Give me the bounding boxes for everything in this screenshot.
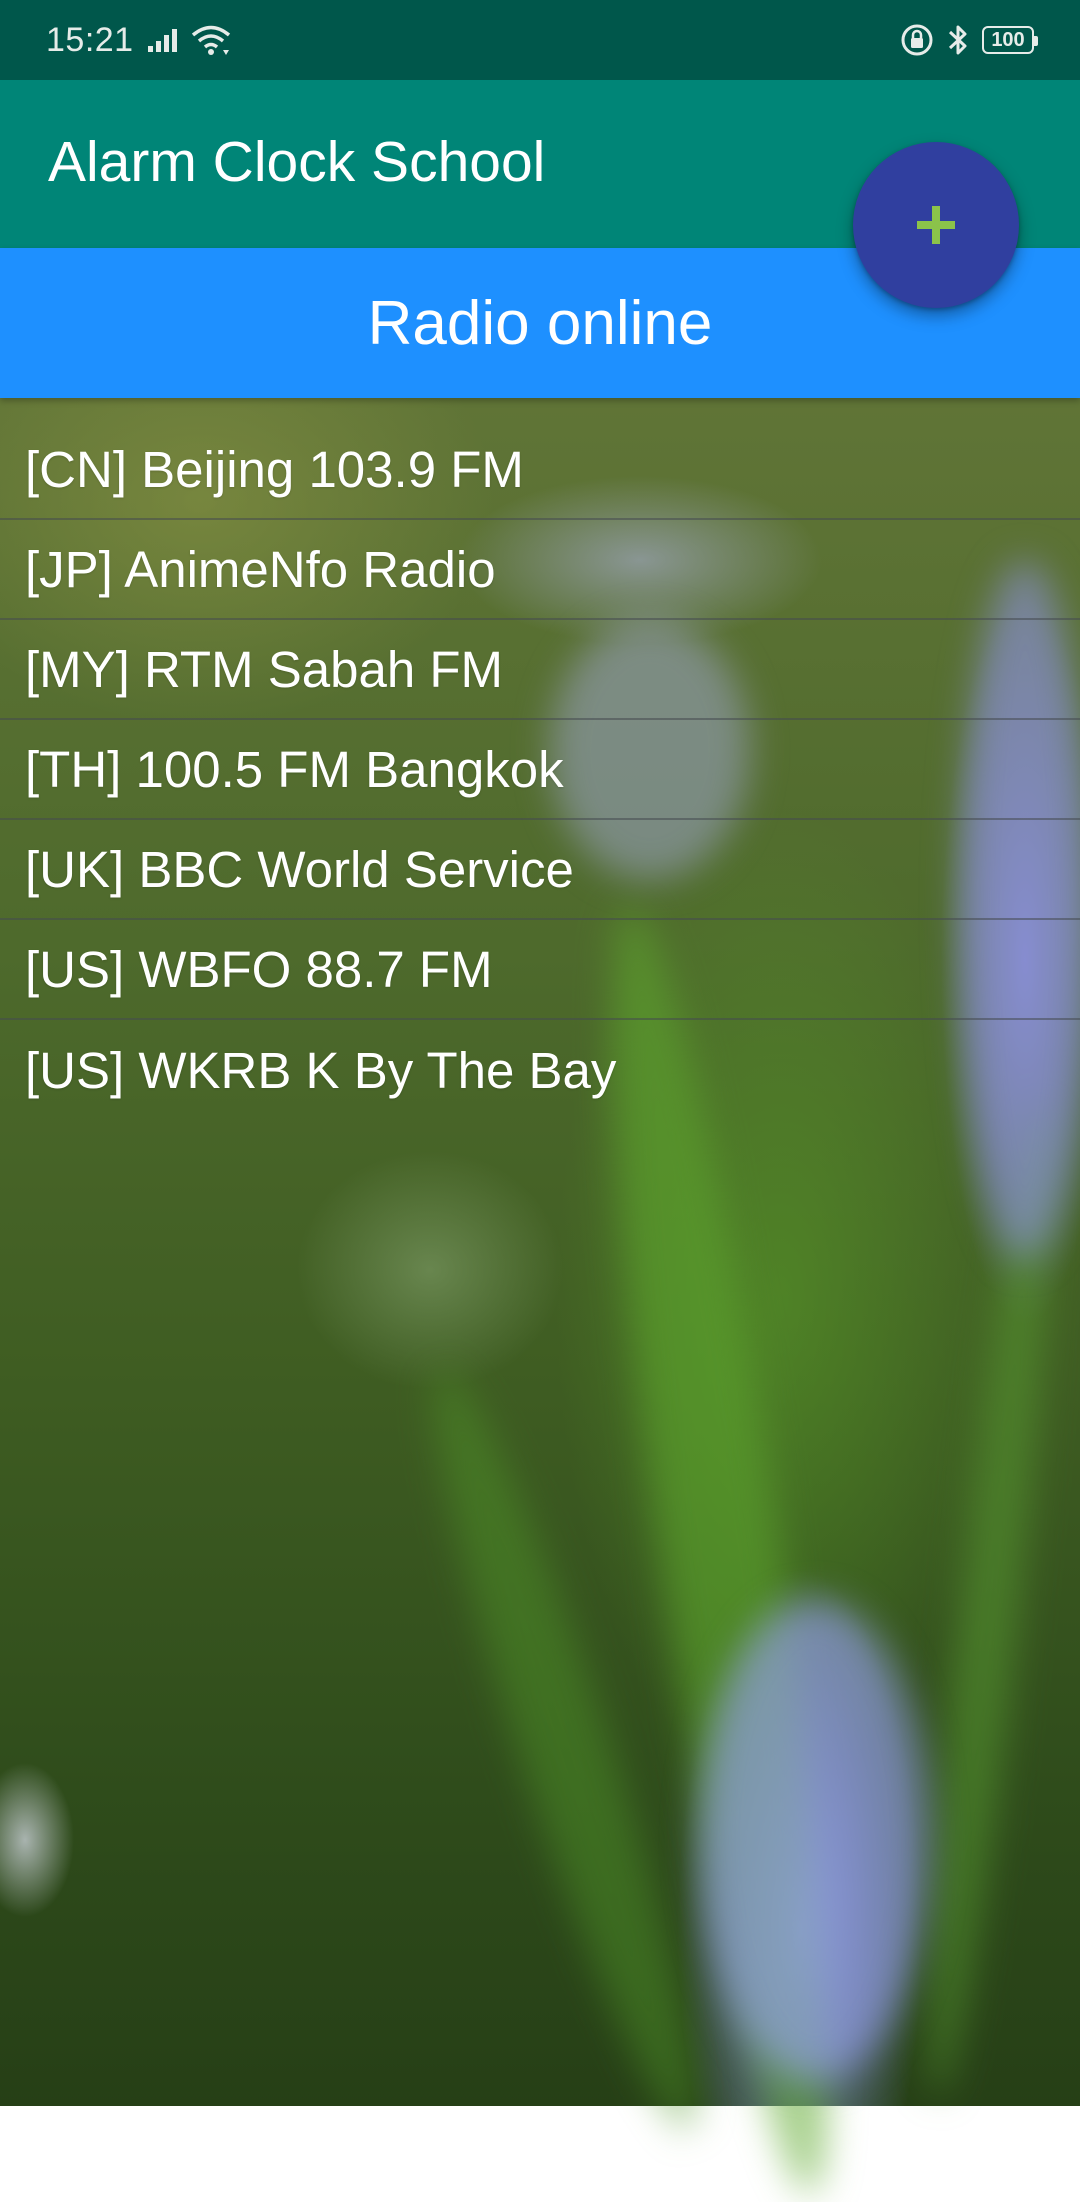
station-item[interactable]: [UK] BBC World Service — [0, 820, 1080, 920]
rotation-lock-icon — [901, 24, 933, 56]
plus-icon — [917, 206, 955, 244]
app-title: Alarm Clock School — [48, 130, 546, 194]
station-item[interactable]: [US] WKRB K By The Bay — [0, 1020, 1080, 1120]
station-item[interactable]: [CN] Beijing 103.9 FM — [0, 420, 1080, 520]
signal-icon — [147, 29, 177, 52]
status-bar: 15:21 100 — [0, 0, 1080, 80]
add-station-button[interactable] — [853, 142, 1019, 308]
station-list: [CN] Beijing 103.9 FM [JP] AnimeNfo Radi… — [0, 420, 1080, 1120]
battery-icon: 100 — [982, 26, 1038, 54]
station-item[interactable]: [JP] AnimeNfo Radio — [0, 520, 1080, 620]
station-item[interactable]: [US] WBFO 88.7 FM — [0, 920, 1080, 1020]
wifi-icon — [191, 25, 230, 55]
status-time: 15:21 — [46, 20, 134, 59]
station-item[interactable]: [TH] 100.5 FM Bangkok — [0, 720, 1080, 820]
bluetooth-icon — [948, 25, 967, 55]
battery-level: 100 — [991, 28, 1025, 51]
station-item[interactable]: [MY] RTM Sabah FM — [0, 620, 1080, 720]
section-title: Radio online — [367, 288, 713, 358]
